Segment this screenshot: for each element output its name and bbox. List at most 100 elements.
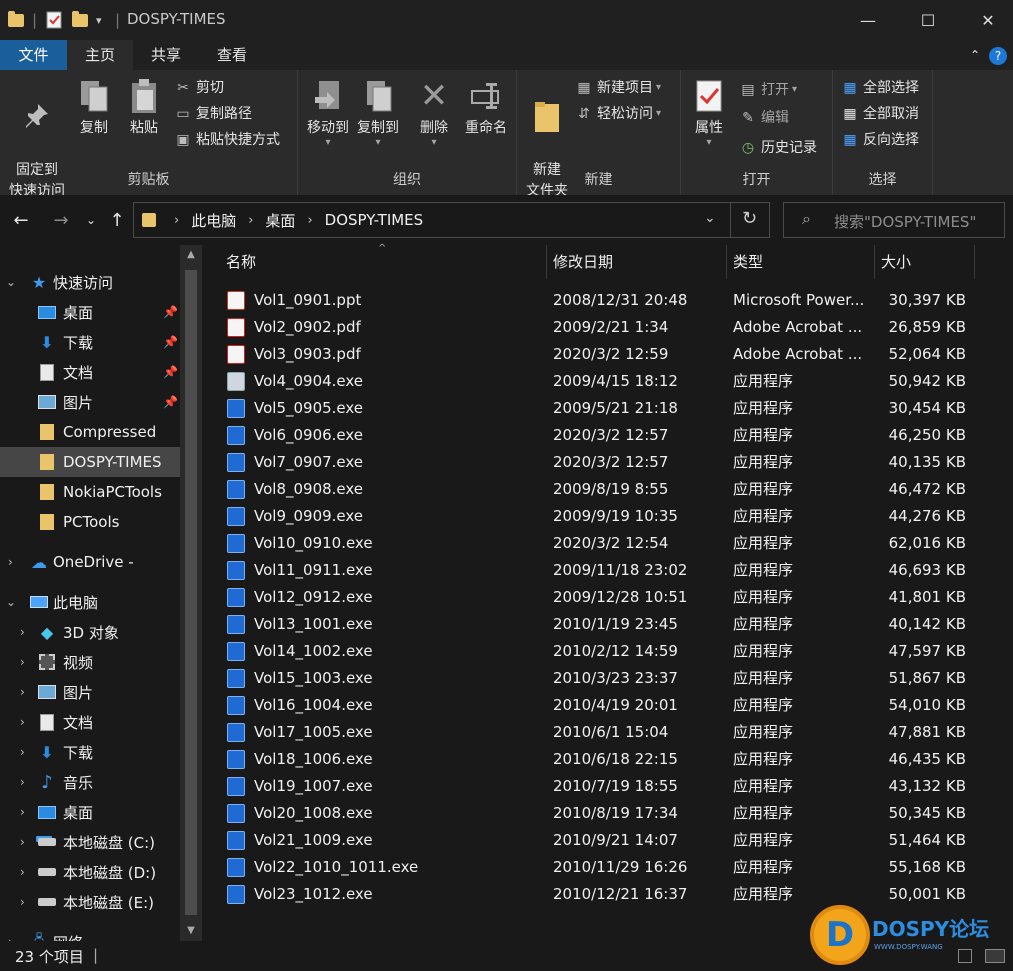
nav-item-drive-d[interactable]: › 本地磁盘 (D:) [0, 857, 180, 887]
column-header-date[interactable]: 修改日期 [547, 245, 727, 279]
nav-scrollbar[interactable]: ▲ ▼ [180, 245, 202, 941]
file-name[interactable]: Vol3_0903.pdf [254, 341, 361, 368]
collapsed-chevron-icon[interactable]: › [8, 555, 13, 569]
breadcrumb-dospy-times[interactable]: DOSPY-TIMES [325, 211, 424, 229]
nav-item-documents[interactable]: 文档 📌 [0, 357, 180, 387]
collapsed-chevron-icon[interactable]: › [20, 715, 25, 729]
refresh-icon[interactable]: ↻ [742, 208, 757, 229]
file-name[interactable]: Vol20_1008.exe [254, 800, 373, 827]
nav-item-pc-pictures[interactable]: › 图片 [0, 677, 180, 707]
file-name[interactable]: Vol10_0910.exe [254, 530, 373, 557]
paste-shortcut-button[interactable]: ▣ 粘贴快捷方式 [174, 128, 280, 152]
nav-this-pc[interactable]: ⌄ 此电脑 [0, 587, 180, 617]
collapsed-chevron-icon[interactable]: › [20, 775, 25, 789]
expanded-chevron-icon[interactable]: ⌄ [6, 595, 16, 609]
tab-share[interactable]: 共享 [133, 40, 199, 70]
file-row[interactable]: Vol18_1006.exe 2010/6/18 22:15 应用程序 46,435 … [222, 746, 982, 773]
file-row[interactable]: Vol2_0902.pdf 2009/2/21 1:34 Adobe Acrobat… [222, 314, 982, 341]
copy-button[interactable]: 复制 [72, 78, 116, 139]
rename-button[interactable]: 重命名 [458, 78, 514, 139]
file-name[interactable]: Vol6_0906.exe [254, 422, 363, 449]
open-button[interactable]: ▤ 打开 ▾ [739, 78, 797, 102]
help-icon[interactable]: ? [985, 40, 1011, 70]
file-name[interactable]: Vol19_1007.exe [254, 773, 373, 800]
nav-item-drive-c[interactable]: › 本地磁盘 (C:) [0, 827, 180, 857]
file-name[interactable]: Vol22_1010_1011.exe [254, 854, 418, 881]
expanded-chevron-icon[interactable]: ⌄ [6, 275, 16, 289]
easy-access-button[interactable]: ⇵ 轻松访问 ▾ [575, 102, 661, 126]
customize-qa-icon[interactable]: ▾ [96, 10, 102, 30]
file-row[interactable]: Vol16_1004.exe 2010/4/19 20:01 应用程序 54,010 … [222, 692, 982, 719]
nav-item-dospy-times[interactable]: DOSPY-TIMES [0, 447, 180, 477]
file-row[interactable]: Vol8_0908.exe 2009/8/19 8:55 应用程序 46,472 KB [222, 476, 982, 503]
nav-item-pctools[interactable]: PCTools [0, 507, 180, 537]
file-row[interactable]: Vol1_0901.ppt 2008/12/31 20:48 Microsoft P… [222, 287, 982, 314]
file-row[interactable]: Vol4_0904.exe 2009/4/15 18:12 应用程序 50,942 K… [222, 368, 982, 395]
collapsed-chevron-icon[interactable]: › [20, 745, 25, 759]
tab-home[interactable]: 主页 [67, 40, 133, 70]
collapsed-chevron-icon[interactable]: › [20, 865, 25, 879]
move-to-button[interactable]: 移动到 ▾ [302, 78, 354, 148]
file-name[interactable]: Vol1_0901.ppt [254, 287, 361, 314]
back-arrow-icon[interactable]: ← [8, 205, 34, 235]
forward-arrow-icon[interactable]: → [48, 205, 74, 235]
up-arrow-icon[interactable]: ↑ [104, 205, 130, 235]
file-name[interactable]: Vol12_0912.exe [254, 584, 373, 611]
file-row[interactable]: Vol10_0910.exe 2020/3/2 12:54 应用程序 62,016 K… [222, 530, 982, 557]
nav-item-drive-e[interactable]: › 本地磁盘 (E:) [0, 887, 180, 917]
file-row[interactable]: Vol20_1008.exe 2010/8/19 17:34 应用程序 50,345 … [222, 800, 982, 827]
file-row[interactable]: Vol22_1010_1011.exe 2010/11/29 16:26 应用程序 5… [222, 854, 982, 881]
copy-to-button[interactable]: 复制到 ▾ [352, 78, 404, 148]
nav-item-music[interactable]: › ♪ 音乐 [0, 767, 180, 797]
invert-selection-button[interactable]: ▦ 反向选择 [841, 128, 919, 152]
collapsed-chevron-icon[interactable]: › [20, 805, 25, 819]
select-none-button[interactable]: ▦ 全部取消 [841, 102, 919, 126]
file-name[interactable]: Vol18_1006.exe [254, 746, 373, 773]
collapsed-chevron-icon[interactable]: › [20, 835, 25, 849]
file-row[interactable]: Vol13_1001.exe 2010/1/19 23:45 应用程序 40,142 … [222, 611, 982, 638]
file-name[interactable]: Vol4_0904.exe [254, 368, 363, 395]
nav-item-compressed[interactable]: Compressed [0, 417, 180, 447]
file-name[interactable]: Vol17_1005.exe [254, 719, 373, 746]
tab-file[interactable]: 文件 [0, 40, 67, 70]
file-row[interactable]: Vol15_1003.exe 2010/3/23 23:37 应用程序 51,867 … [222, 665, 982, 692]
file-name[interactable]: Vol21_1009.exe [254, 827, 373, 854]
file-name[interactable]: Vol15_1003.exe [254, 665, 373, 692]
file-name[interactable]: Vol8_0908.exe [254, 476, 363, 503]
collapsed-chevron-icon[interactable]: › [20, 895, 25, 909]
file-name[interactable]: Vol23_1012.exe [254, 881, 373, 908]
breadcrumb-this-pc[interactable]: 此电脑 [191, 210, 236, 231]
nav-item-3d-objects[interactable]: › ◆ 3D 对象 [0, 617, 180, 647]
history-button[interactable]: ◷ 历史记录 [739, 136, 817, 160]
file-row[interactable]: Vol7_0907.exe 2020/3/2 12:57 应用程序 40,135 KB [222, 449, 982, 476]
scrollbar-thumb[interactable] [185, 270, 197, 915]
file-name[interactable]: Vol5_0905.exe [254, 395, 363, 422]
copy-path-button[interactable]: ▭ 复制路径 [174, 102, 252, 126]
file-row[interactable]: Vol11_0911.exe 2009/11/18 23:02 应用程序 46,693… [222, 557, 982, 584]
file-row[interactable]: Vol12_0912.exe 2009/12/28 10:51 应用程序 41,801… [222, 584, 982, 611]
nav-item-desktop[interactable]: 桌面 📌 [0, 297, 180, 327]
edit-button[interactable]: ✎ 编辑 [739, 106, 789, 130]
nav-network[interactable]: › 🖧 网络 [0, 927, 180, 941]
address-bar[interactable]: › 此电脑 › 桌面 › DOSPY-TIMES ⌄ ↻ [133, 202, 770, 238]
file-row[interactable]: Vol3_0903.pdf 2020/3/2 12:59 Adobe Acrobat… [222, 341, 982, 368]
nav-onedrive[interactable]: › ☁ OneDrive - [0, 547, 180, 577]
file-row[interactable]: Vol6_0906.exe 2020/3/2 12:57 应用程序 46,250 KB [222, 422, 982, 449]
properties-button[interactable]: 属性 ▾ [687, 78, 731, 148]
delete-button[interactable]: ✕ 删除 ▾ [412, 78, 456, 148]
address-dropdown-chevron-icon[interactable]: ⌄ [704, 210, 716, 226]
nav-item-videos[interactable]: › 视频 [0, 647, 180, 677]
minimize-button[interactable]: — [843, 0, 893, 40]
maximize-button[interactable]: ☐ [903, 0, 953, 40]
file-row[interactable]: Vol9_0909.exe 2009/9/19 10:35 应用程序 44,276 K… [222, 503, 982, 530]
scroll-up-arrow-icon[interactable]: ▲ [180, 249, 202, 260]
collapsed-chevron-icon[interactable]: › [20, 685, 25, 699]
search-box[interactable]: ⌕ 搜索"DOSPY-TIMES" [783, 202, 1005, 238]
nav-item-nokiapctools[interactable]: NokiaPCTools [0, 477, 180, 507]
select-all-button[interactable]: ▦ 全部选择 [841, 76, 919, 100]
nav-item-pc-desktop[interactable]: › 桌面 [0, 797, 180, 827]
file-row[interactable]: Vol14_1002.exe 2010/2/12 14:59 应用程序 47,597 … [222, 638, 982, 665]
file-row[interactable]: Vol23_1012.exe 2010/12/21 16:37 应用程序 50,001… [222, 881, 982, 908]
file-row[interactable]: Vol5_0905.exe 2009/5/21 21:18 应用程序 30,454 K… [222, 395, 982, 422]
file-name[interactable]: Vol11_0911.exe [254, 557, 373, 584]
